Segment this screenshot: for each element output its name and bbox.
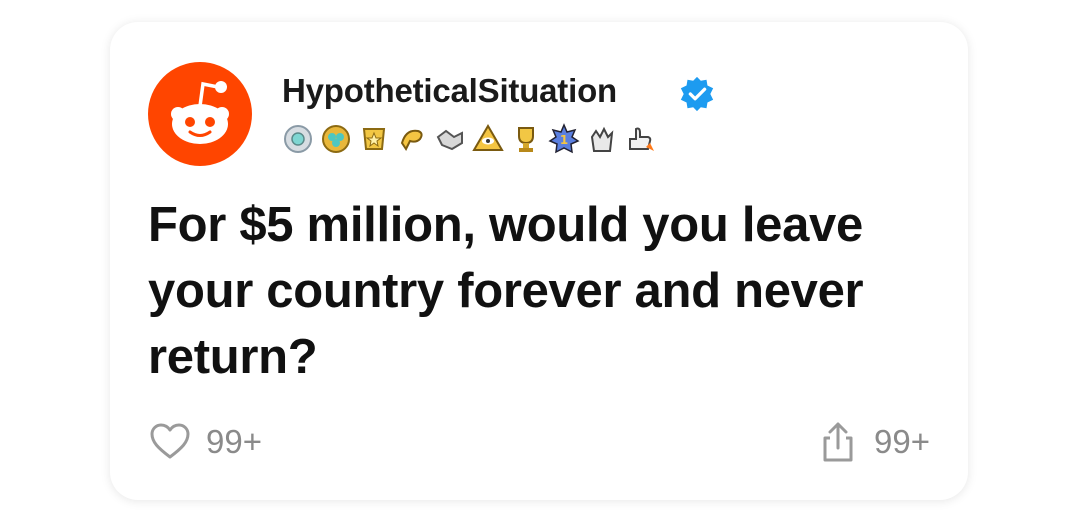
- like-button[interactable]: 99+: [148, 420, 262, 464]
- share-icon: [823, 422, 853, 462]
- share-button[interactable]: 99+: [816, 420, 930, 464]
- gold-medal-award-icon: [362, 128, 386, 150]
- pointing-award-icon: [400, 129, 423, 151]
- reddit-snoo-icon[interactable]: [148, 62, 252, 166]
- svg-text:1: 1: [560, 133, 568, 147]
- rocket-thumbs-award-icon: [629, 127, 654, 151]
- number-one-award-icon: 1: [548, 123, 580, 154]
- award-row: 1: [282, 123, 656, 155]
- share-count: 99+: [874, 423, 930, 460]
- verified-check-icon: [680, 76, 714, 112]
- trophy-award-icon: [518, 127, 534, 152]
- post-card[interactable]: HypotheticalSituation 1 For $5 million, …: [110, 22, 968, 500]
- clapping-award-icon: [590, 126, 614, 152]
- handshake-award-icon: [436, 129, 463, 151]
- heart-icon: [150, 423, 190, 459]
- helpful-award-icon: [322, 125, 350, 153]
- silver-award-icon: [284, 125, 312, 153]
- post-author[interactable]: HypotheticalSituation: [282, 72, 617, 110]
- eye-pyramid-award-icon: [472, 124, 504, 151]
- post-title: For $5 million, would you leave your cou…: [148, 198, 864, 384]
- like-count: 99+: [206, 423, 262, 460]
